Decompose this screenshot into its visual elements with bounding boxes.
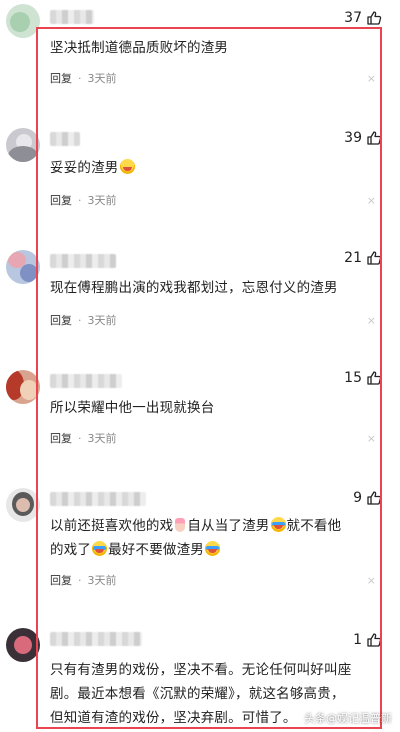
username-blurred[interactable]	[50, 374, 122, 388]
laughing-tears-emoji	[270, 517, 286, 532]
laughing-tears-emoji	[205, 541, 221, 556]
like-count: 15	[344, 370, 362, 386]
avatar[interactable]	[6, 250, 40, 284]
comment-text-content: 妥妥的渣男	[50, 160, 119, 176]
username-blurred[interactable]	[50, 132, 80, 146]
laughing-tears-emoji	[92, 541, 108, 556]
close-icon[interactable]: ×	[367, 574, 376, 587]
thumbs-up-icon[interactable]	[366, 250, 382, 266]
comment-meta: 回复 · 3天前	[50, 572, 117, 588]
like-button[interactable]: 21	[344, 250, 382, 266]
reply-button[interactable]: 回复	[50, 192, 72, 208]
close-icon[interactable]: ×	[367, 314, 376, 327]
username-blurred[interactable]	[50, 10, 94, 24]
avatar[interactable]	[6, 128, 40, 162]
comment-text: 以前还挺喜欢他的戏 自从当了渣男 就不看他的戏了 最好不要做渣男	[50, 514, 350, 562]
like-count: 1	[353, 632, 362, 648]
comment-meta: 回复 · 3天前	[50, 70, 117, 86]
comment-text: 现在傅程鹏出演的戏我都划过，忘恩付义的渣男	[50, 280, 338, 296]
comment-meta: 回复 · 3天前	[50, 312, 117, 328]
like-button[interactable]: 39	[344, 130, 382, 146]
avatar[interactable]	[6, 628, 40, 662]
comment-item: 39 妥妥的渣男 回复 · 3天前 ×	[0, 120, 400, 240]
timestamp: 3天前	[87, 72, 117, 85]
separator-dot: ·	[78, 71, 82, 85]
comment-item: 21 现在傅程鹏出演的戏我都划过，忘恩付义的渣男 回复 · 3天前 ×	[0, 240, 400, 360]
thumbs-up-icon[interactable]	[366, 10, 382, 26]
thumbs-up-icon[interactable]	[366, 130, 382, 146]
like-count: 9	[353, 490, 362, 506]
thumbs-up-icon[interactable]	[366, 632, 382, 648]
comment-meta: 回复 · 3天前	[50, 192, 117, 208]
thumbs-up-icon[interactable]	[366, 490, 382, 506]
like-button[interactable]: 9	[353, 490, 382, 506]
separator-dot: ·	[78, 193, 82, 207]
like-count: 37	[344, 10, 362, 26]
username-blurred[interactable]	[50, 254, 116, 268]
thumbs-up-icon[interactable]	[366, 370, 382, 386]
like-button[interactable]: 1	[353, 632, 382, 648]
comment-text: 妥妥的渣男	[50, 156, 350, 180]
comment-text: 坚决抵制道德品质败坏的渣男	[50, 40, 229, 56]
reply-button[interactable]: 回复	[50, 70, 72, 86]
comment-text-part: 以前还挺喜欢他的戏	[50, 518, 174, 534]
laughing-face-emoji	[119, 159, 135, 174]
avatar[interactable]	[6, 4, 40, 38]
timestamp: 3天前	[87, 314, 117, 327]
comment-meta: 回复 · 3天前	[50, 430, 117, 446]
like-count: 39	[344, 130, 362, 146]
like-button[interactable]: 37	[344, 10, 382, 26]
like-count: 21	[344, 250, 362, 266]
reply-button[interactable]: 回复	[50, 312, 72, 328]
username-blurred[interactable]	[50, 632, 142, 646]
timestamp: 3天前	[87, 432, 117, 445]
username-blurred[interactable]	[50, 492, 146, 506]
timestamp: 3天前	[87, 574, 117, 587]
timestamp: 3天前	[87, 194, 117, 207]
comment-item: 9 以前还挺喜欢他的戏 自从当了渣男 就不看他的戏了 最好不要做渣男 回复 · 3天前…	[0, 480, 400, 620]
separator-dot: ·	[78, 431, 82, 445]
comment-item: 15 所以荣耀中他一出现就换台 回复 · 3天前 ×	[0, 360, 400, 480]
separator-dot: ·	[78, 313, 82, 327]
avatar[interactable]	[6, 370, 40, 404]
comment-item: 37 坚决抵制道德品质败坏的渣男 回复 · 3天前 ×	[0, 0, 400, 120]
reply-button[interactable]: 回复	[50, 572, 72, 588]
comment-text: 所以荣耀中他一出现就换台	[50, 400, 215, 416]
close-icon[interactable]: ×	[367, 194, 376, 207]
close-icon[interactable]: ×	[367, 432, 376, 445]
watermark: 头条@娱记温普新	[304, 712, 392, 725]
like-button[interactable]: 15	[344, 370, 382, 386]
close-icon[interactable]: ×	[367, 72, 376, 85]
nail-polish-emoji	[175, 518, 186, 532]
avatar[interactable]	[6, 488, 40, 522]
separator-dot: ·	[78, 573, 82, 587]
comment-text-part: 最好不要做渣男	[108, 542, 205, 558]
reply-button[interactable]: 回复	[50, 430, 72, 446]
comment-text-part: 自从当了渣男	[187, 518, 270, 534]
